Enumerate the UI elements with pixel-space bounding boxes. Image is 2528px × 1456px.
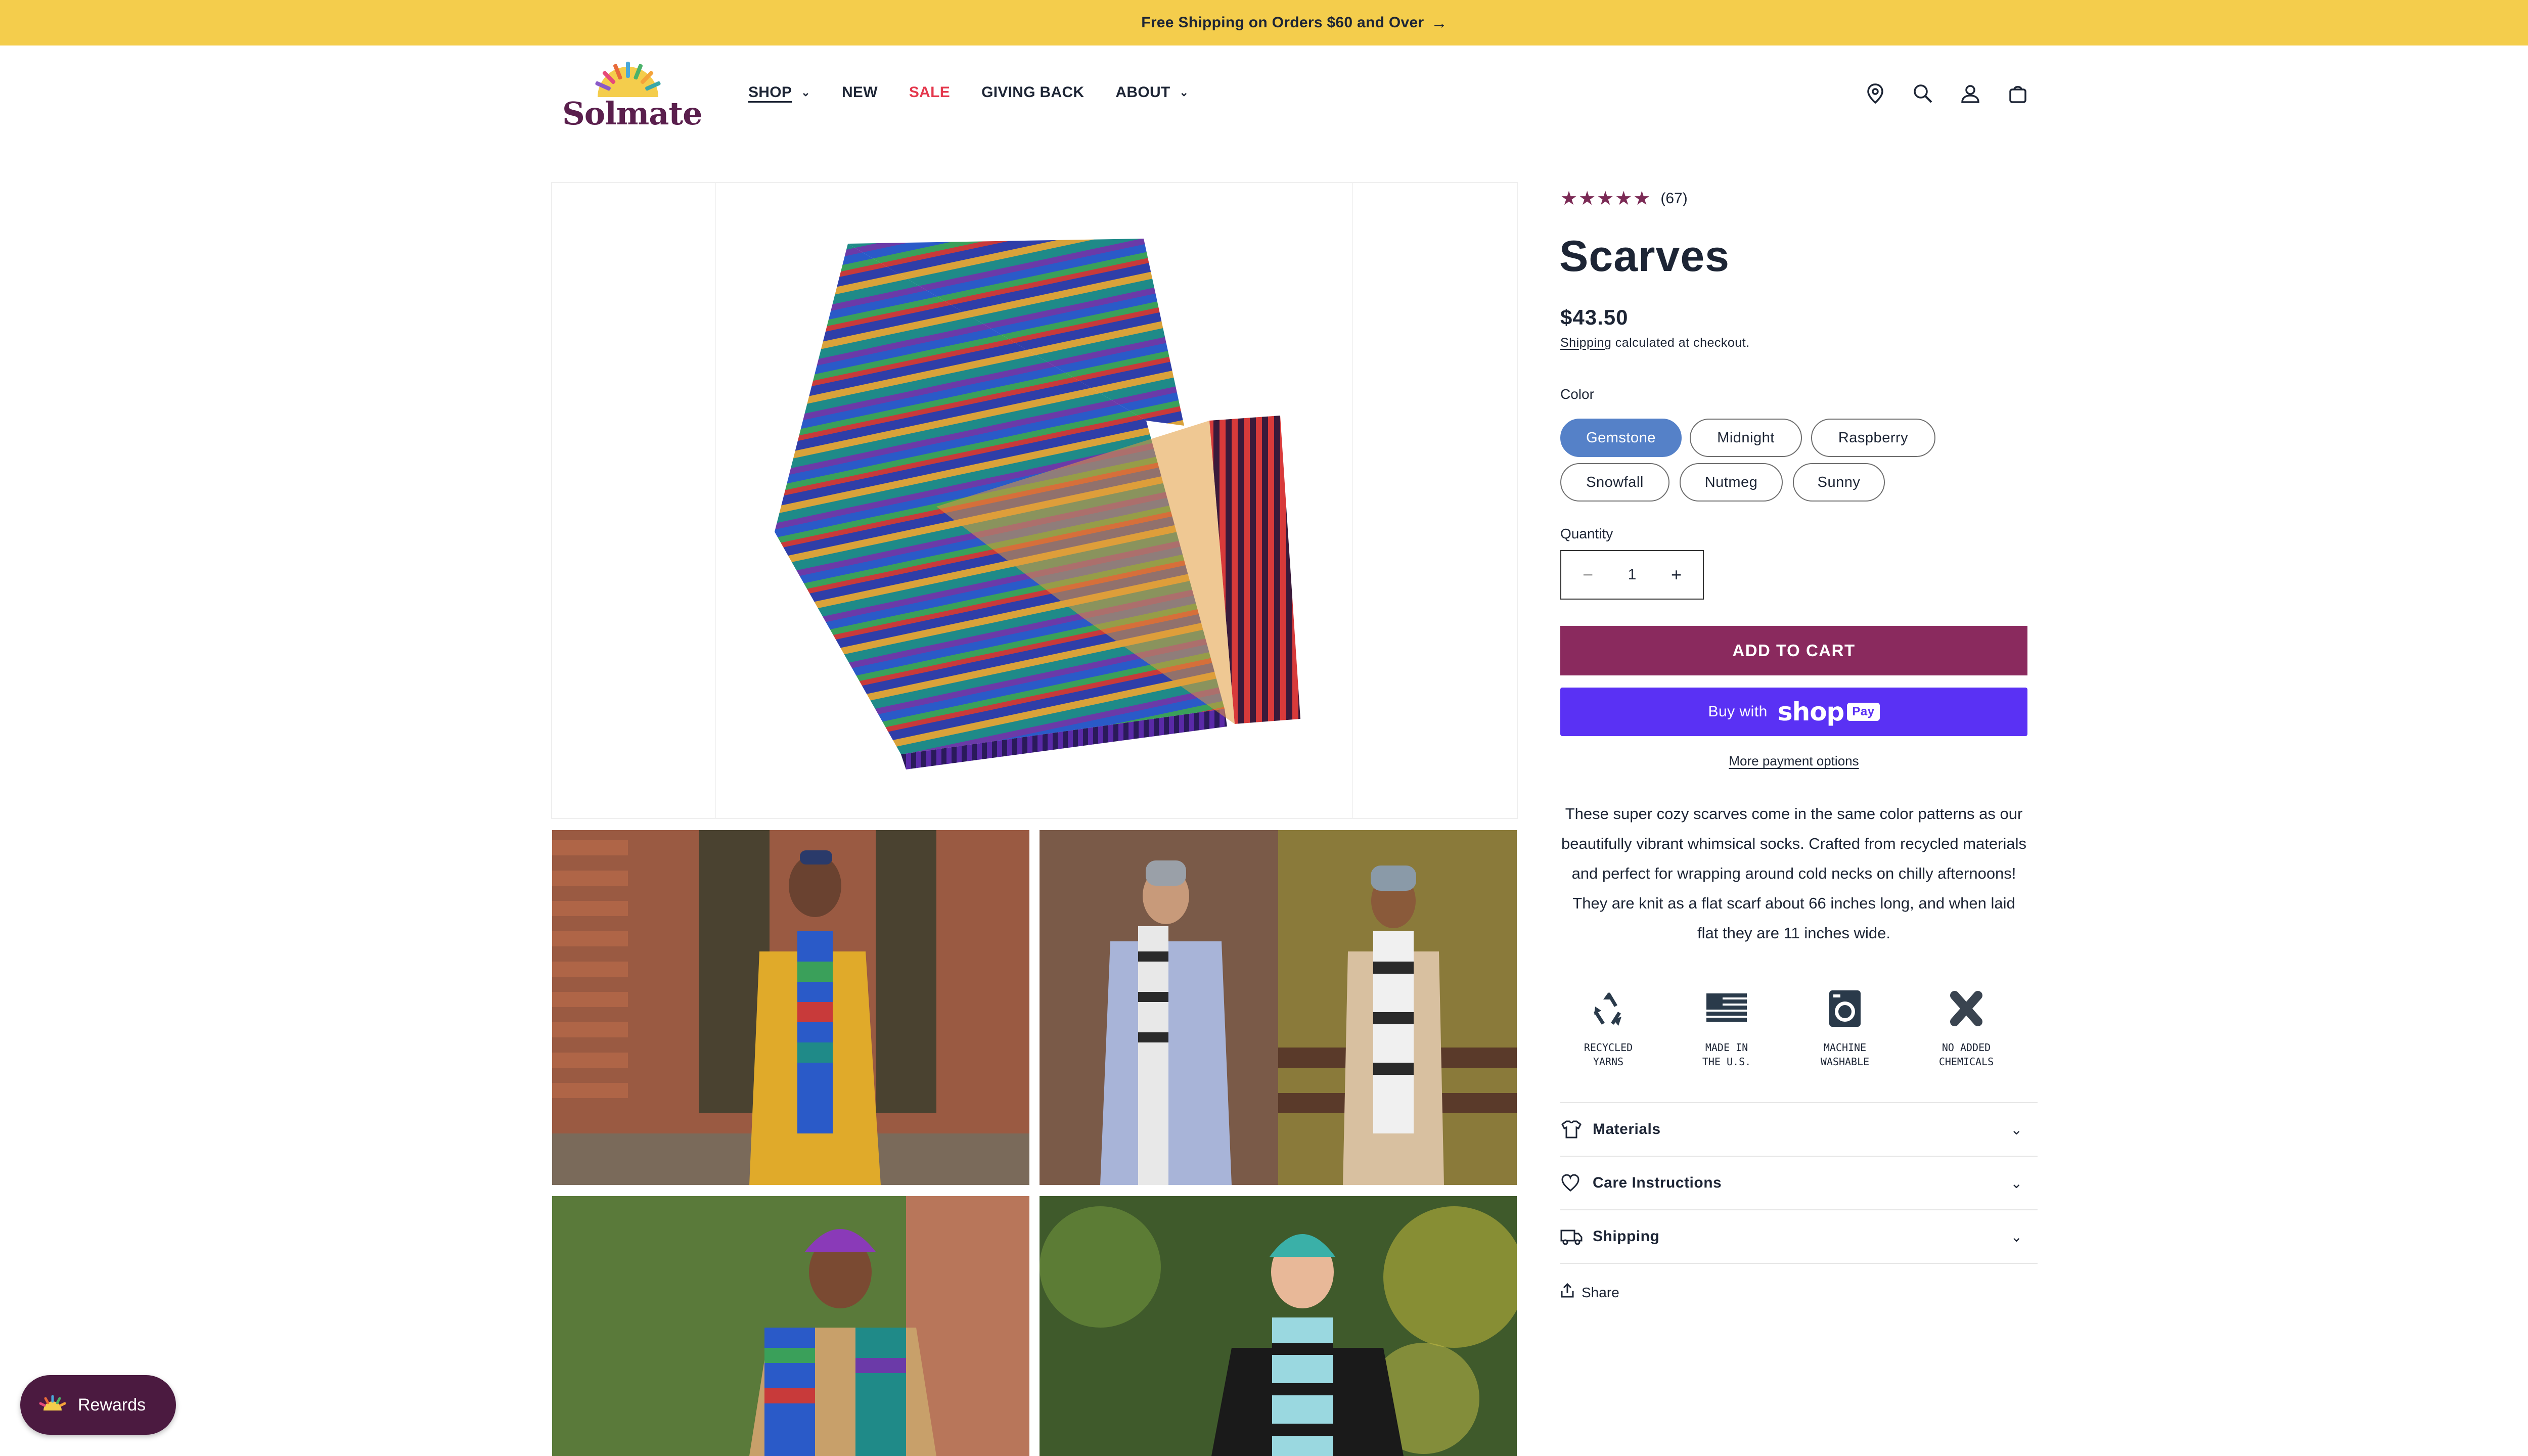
shipping-note: Shipping calculated at checkout. (1560, 336, 1750, 350)
nav-label[interactable]: NEW (842, 84, 878, 101)
quantity-input[interactable]: 1 (1628, 566, 1637, 583)
rewards-label[interactable]: Rewards (78, 1395, 146, 1415)
gallery-image-2[interactable] (1040, 830, 1517, 1185)
share-button[interactable]: Share (1560, 1283, 1619, 1302)
shop-pay-logo: shop (1777, 697, 1844, 726)
color-option-sunny[interactable]: Sunny (1793, 463, 1885, 502)
product-features: RECYCLED YARNS MADE IN THE U.S. MACHINE WAS… (1560, 986, 2027, 1082)
header-actions (1865, 83, 2028, 104)
nav-label[interactable]: GIVING BACK (981, 84, 1084, 101)
increase-quantity-button[interactable]: + (1671, 564, 1682, 585)
feature-label: MADE IN (1705, 1041, 1748, 1054)
washing-machine-icon (1807, 986, 1883, 1031)
chevron-down-icon: ⌄ (2010, 1121, 2022, 1138)
heart-icon (1560, 1173, 1583, 1193)
rating-stars: ★★★★★ (1560, 188, 1652, 209)
review-count[interactable]: (67) (1660, 190, 1687, 207)
account-icon[interactable] (1960, 83, 1981, 104)
gallery-image-1[interactable] (552, 830, 1029, 1185)
announcement-text[interactable]: Free Shipping on Orders $60 and Over (1141, 14, 1424, 31)
truck-icon (1560, 1227, 1583, 1246)
share-icon (1560, 1283, 1574, 1302)
feature-made-in-us: MADE IN THE U.S. (1689, 986, 1765, 1069)
feature-label: NO ADDED (1942, 1041, 1991, 1054)
color-label: Color (1560, 386, 1594, 402)
product-description: These super cozy scarves come in the sam… (1561, 805, 2026, 942)
nav-label[interactable]: SHOP (748, 84, 792, 101)
decrease-quantity-button[interactable]: − (1583, 564, 1593, 585)
brand-logo[interactable]: Solmate (562, 61, 703, 132)
feature-recycled: RECYCLED YARNS (1570, 986, 1646, 1069)
product-price: $43.50 (1560, 305, 1629, 329)
cart-icon[interactable] (2007, 83, 2028, 104)
us-flag-icon (1689, 986, 1765, 1031)
product-rating[interactable]: ★★★★★ (67) (1560, 187, 1688, 210)
gallery-image-4[interactable] (1040, 1196, 1517, 1456)
shop-pay-button[interactable]: Buy with shop Pay (1560, 688, 2027, 736)
nav-label[interactable]: SALE (909, 84, 950, 101)
share-label[interactable]: Share (1582, 1285, 1619, 1301)
no-chemicals-icon (1928, 986, 2004, 1031)
nav-item-giving-back[interactable]: GIVING BACK (981, 84, 1084, 101)
rewards-launcher[interactable]: Rewards (20, 1375, 176, 1435)
brand-name[interactable]: Solmate (562, 95, 703, 132)
chevron-down-icon: ⌄ (2010, 1175, 2022, 1191)
announcement-bar[interactable]: Free Shipping on Orders $60 and Over → (0, 0, 2528, 46)
feature-label: CHEMICALS (1938, 1056, 1994, 1068)
quantity-stepper: − 1 + (1560, 550, 1704, 600)
more-payment-options-link[interactable]: More payment options (1560, 753, 2027, 769)
feature-no-chemicals: NO ADDED CHEMICALS (1928, 986, 2004, 1069)
color-option-midnight[interactable]: Midnight (1690, 419, 1802, 457)
search-icon[interactable] (1912, 83, 1933, 104)
divider (1560, 1263, 2038, 1264)
recycle-icon (1570, 986, 1646, 1031)
pay-badge: Pay (1847, 703, 1880, 721)
main-nav: SHOP ⌄ NEW SALE GIVING BACK ABOUT ⌄ (748, 84, 1220, 101)
quantity-label: Quantity (1560, 526, 1613, 541)
shipping-note-text: calculated at checkout. (1611, 336, 1750, 350)
feature-machine-washable: MACHINE WASHABLE (1807, 986, 1883, 1069)
feature-label: WASHABLE (1820, 1056, 1870, 1068)
location-pin-icon[interactable] (1865, 83, 1886, 104)
accordion-care-instructions[interactable]: Care Instructions ⌄ (1560, 1157, 2038, 1209)
gallery-image-3[interactable] (552, 1196, 1029, 1456)
chevron-down-icon: ⌄ (801, 86, 810, 99)
accordion-shipping[interactable]: Shipping ⌄ (1560, 1210, 2038, 1263)
add-to-cart-button[interactable]: ADD TO CART (1560, 626, 2027, 675)
nav-item-shop[interactable]: SHOP ⌄ (748, 84, 810, 101)
color-option-raspberry[interactable]: Raspberry (1811, 419, 1935, 457)
shirt-icon (1560, 1119, 1583, 1140)
product-title: Scarves (1559, 232, 1730, 281)
accordion-materials[interactable]: Materials ⌄ (1560, 1103, 2038, 1156)
chevron-down-icon: ⌄ (1179, 86, 1189, 99)
feature-label: RECYCLED (1584, 1041, 1633, 1054)
nav-item-sale[interactable]: SALE (909, 84, 950, 101)
feature-label: YARNS (1593, 1056, 1624, 1068)
product-main-image[interactable] (551, 182, 1518, 819)
nav-item-about[interactable]: ABOUT ⌄ (1115, 84, 1189, 101)
nav-item-new[interactable]: NEW (842, 84, 878, 101)
color-option-snowfall[interactable]: Snowfall (1560, 463, 1669, 502)
scarf-illustration (775, 239, 1300, 769)
nav-label[interactable]: ABOUT (1115, 84, 1170, 101)
color-option-gemstone[interactable]: Gemstone (1560, 419, 1682, 457)
arrow-right-icon: → (1431, 13, 1448, 32)
feature-label: THE U.S. (1702, 1056, 1751, 1068)
sun-icon (38, 1394, 67, 1416)
chevron-down-icon: ⌄ (2010, 1228, 2022, 1245)
color-option-nutmeg[interactable]: Nutmeg (1680, 463, 1783, 502)
accordion-label[interactable]: Care Instructions (1593, 1174, 1722, 1192)
buy-with-label: Buy with (1708, 703, 1768, 720)
shipping-link[interactable]: Shipping (1560, 336, 1611, 350)
accordion-label[interactable]: Materials (1593, 1121, 1661, 1138)
feature-label: MACHINE (1823, 1041, 1867, 1054)
accordion-label[interactable]: Shipping (1593, 1228, 1659, 1245)
